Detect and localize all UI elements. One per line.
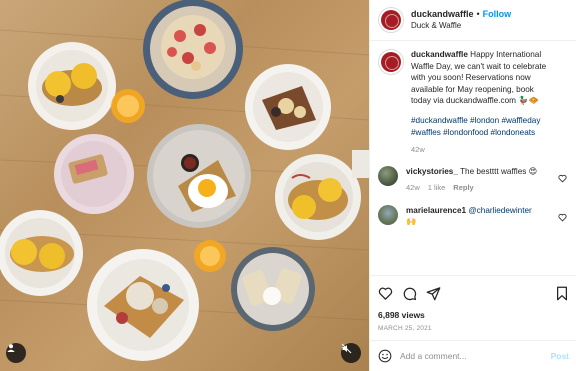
post-side-panel: duckandwaffle • Follow Duck & Waffle duc… (369, 0, 576, 371)
plate-banana-waffle (245, 64, 331, 150)
comment-emoji: 🙌 (406, 216, 417, 226)
plate-eggs-benedict-left (0, 210, 83, 296)
caption-age: 42w (411, 145, 425, 155)
tag-button[interactable] (6, 343, 26, 363)
reply-button[interactable]: Reply (453, 182, 473, 193)
add-comment-bar: Add a comment... Post (370, 340, 576, 371)
edge-item (352, 150, 369, 178)
instagram-post: duckandwaffle • Follow Duck & Waffle duc… (0, 0, 576, 371)
comment-like-heart-icon[interactable] (558, 209, 567, 227)
share-icon[interactable] (426, 286, 441, 301)
board-fried-egg (147, 124, 251, 228)
comment-username[interactable]: marielaurence1 (406, 206, 466, 215)
caption: duckandwaffle Happy International Waffle… (370, 41, 576, 156)
avatar[interactable] (378, 7, 404, 33)
plate-duck-waffle (87, 249, 199, 361)
view-count[interactable]: 6,898 views (378, 310, 569, 320)
hashtag-line[interactable]: #duckandwaffle #london #waffleday (411, 115, 568, 127)
plate-toast-left (54, 134, 134, 214)
comment-avatar[interactable] (378, 204, 398, 225)
orange-juice (111, 89, 145, 123)
follow-button[interactable]: Follow (483, 8, 512, 20)
action-bar: 6,898 views MARCH 25, 2021 (370, 275, 576, 332)
comment: marielaurence1 @charliedewinter 🙌 (370, 204, 576, 227)
plate-strawberry-waffles (143, 0, 243, 99)
caption-avatar[interactable] (378, 49, 404, 75)
comment-avatar[interactable] (378, 165, 398, 186)
comment: vickystories_ The bestttt waffles 😍 42w … (370, 165, 576, 193)
comment-like-heart-icon[interactable] (558, 170, 567, 188)
comment-input[interactable]: Add a comment... (400, 351, 551, 361)
post-image[interactable] (0, 0, 369, 371)
plate-eggs-benedict-right (275, 154, 361, 240)
heart-icon[interactable] (378, 286, 393, 301)
emoji-icon[interactable] (378, 349, 392, 363)
comment-icon[interactable] (402, 286, 417, 301)
orange-juice-2 (194, 240, 226, 272)
plate-eggs-benedict-top (28, 42, 116, 130)
caption-username[interactable]: duckandwaffle (411, 50, 468, 59)
caption-body: duckandwaffle Happy International Waffle… (411, 49, 568, 156)
comment-username[interactable]: vickystories_ (406, 167, 458, 176)
comment-mention[interactable]: @charliedewinter (468, 206, 531, 215)
caption-line: with you soon! Reservations now (411, 73, 531, 83)
comment-age: 42w (406, 182, 420, 192)
caption-line: Happy International (470, 50, 542, 59)
hashtag-line[interactable]: #waffles #londonfood #londoneats (411, 127, 568, 139)
separator-dot: • (476, 9, 480, 19)
caption-line: available for May reopening, book (411, 84, 534, 94)
caption-line: Waffle Day, we can't wait to celebrate (411, 61, 547, 71)
post-header: duckandwaffle • Follow Duck & Waffle (370, 0, 576, 41)
caption-line: today via duckandwaffle.com 🦆🧇 (411, 96, 539, 106)
comment-likes[interactable]: 1 like (428, 182, 446, 193)
hashtags[interactable]: #duckandwaffle #london #waffleday #waffl… (411, 115, 568, 138)
header-username[interactable]: duckandwaffle (411, 8, 474, 20)
header-subtitle[interactable]: Duck & Waffle (411, 20, 511, 32)
bookmark-icon[interactable] (555, 286, 569, 301)
food-photo (0, 0, 369, 361)
comment-text: The bestttt waffles 😍 (460, 166, 538, 176)
mute-button[interactable] (341, 343, 361, 363)
plate-cream-waffles (231, 247, 315, 331)
post-date: MARCH 25, 2021 (378, 325, 432, 332)
post-comment-button[interactable]: Post (551, 351, 569, 361)
